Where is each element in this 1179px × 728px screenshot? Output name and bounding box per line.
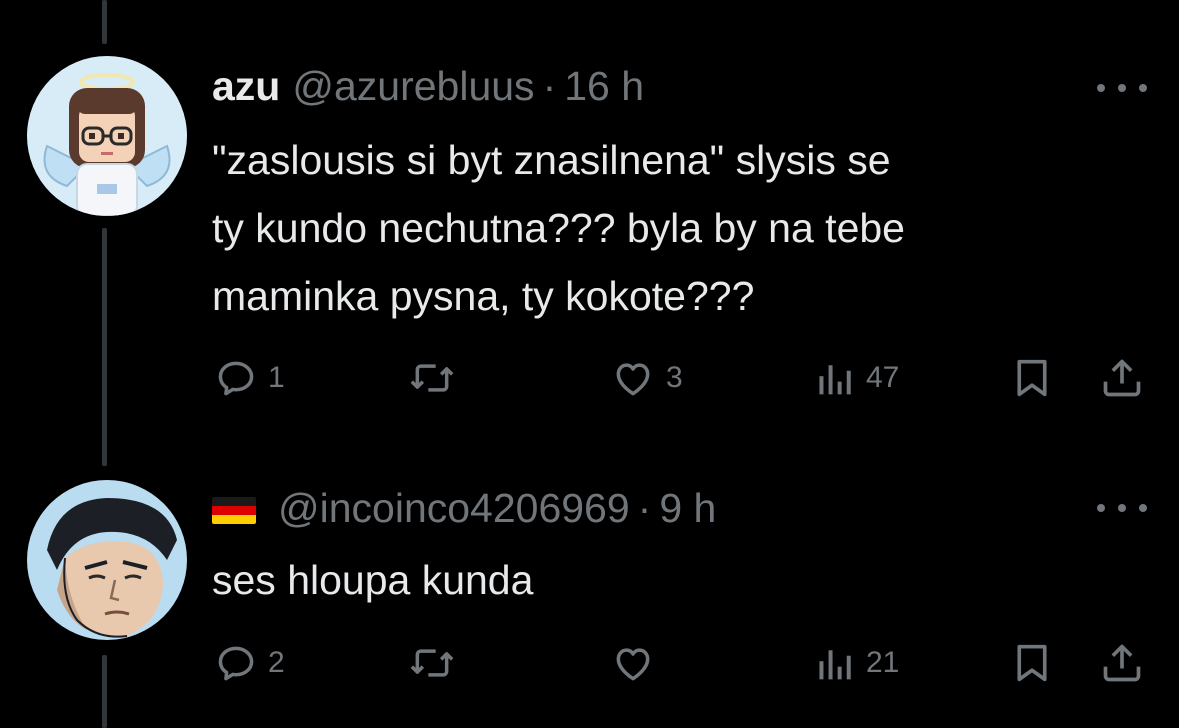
user-handle[interactable]: @incoinco4206969 bbox=[278, 484, 630, 532]
views-count: 21 bbox=[866, 646, 900, 679]
like-button[interactable]: 3 bbox=[610, 353, 683, 403]
share-icon bbox=[1103, 359, 1141, 397]
tweet-text-line: "zaslousis si byt znasilnena" slysis se bbox=[212, 137, 891, 183]
tweet-text-line: maminka pysna, ty kokote??? bbox=[212, 273, 755, 319]
heart-icon bbox=[616, 648, 650, 681]
comic-man-portrait-avatar bbox=[27, 480, 187, 640]
more-horizontal-icon[interactable] bbox=[1097, 78, 1147, 98]
user-handle[interactable]: @azurebluus bbox=[292, 62, 534, 110]
tweet-actions: 1 3 47 bbox=[212, 353, 1152, 403]
share-icon bbox=[1103, 644, 1141, 682]
reply-icon bbox=[218, 646, 254, 681]
retweet-icon bbox=[410, 364, 454, 392]
bookmark-button[interactable] bbox=[1012, 638, 1052, 688]
reply-button[interactable]: 2 bbox=[214, 638, 285, 688]
tweet[interactable]: azu @azurebluus · 16 h "zaslousis si byt… bbox=[0, 0, 1179, 440]
timestamp[interactable]: 9 h bbox=[659, 484, 716, 532]
views-button[interactable]: 21 bbox=[816, 638, 899, 688]
tweet-text-line: ses hloupa kunda bbox=[212, 557, 534, 603]
retweet-button[interactable] bbox=[408, 353, 466, 403]
retweet-button[interactable] bbox=[408, 638, 466, 688]
separator-dot: · bbox=[542, 63, 557, 109]
avatar[interactable] bbox=[27, 56, 187, 216]
heart-icon bbox=[616, 363, 650, 396]
views-count: 47 bbox=[866, 361, 900, 394]
share-button[interactable] bbox=[1100, 638, 1144, 688]
reply-icon bbox=[218, 361, 254, 396]
views-chart-icon bbox=[819, 650, 851, 680]
views-button[interactable]: 47 bbox=[816, 353, 899, 403]
more-horizontal-icon[interactable] bbox=[1097, 498, 1147, 518]
reply-count: 2 bbox=[268, 646, 285, 679]
reply-count: 1 bbox=[268, 361, 285, 394]
like-button[interactable] bbox=[610, 638, 666, 688]
tweet-text-line: ty kundo nechutna??? byla by na tebe bbox=[212, 205, 905, 251]
german-flag-icon bbox=[212, 497, 256, 524]
timestamp[interactable]: 16 h bbox=[564, 62, 644, 110]
display-name[interactable]: azu bbox=[212, 62, 280, 110]
bookmark-icon bbox=[1017, 359, 1047, 397]
bookmark-button[interactable] bbox=[1012, 353, 1052, 403]
tweet-header: @incoinco4206969 · 9 h bbox=[212, 484, 716, 532]
separator-dot: · bbox=[637, 485, 652, 531]
avatar[interactable] bbox=[27, 480, 187, 640]
tweet-header: azu @azurebluus · 16 h bbox=[212, 62, 644, 110]
tweet-text: ses hloupa kunda bbox=[212, 546, 1142, 614]
reply-button[interactable]: 1 bbox=[214, 353, 285, 403]
like-count: 3 bbox=[666, 361, 683, 394]
share-button[interactable] bbox=[1100, 353, 1144, 403]
tweet-text: "zaslousis si byt znasilnena" slysis se … bbox=[212, 126, 1142, 330]
views-chart-icon bbox=[819, 365, 851, 395]
tweet[interactable]: @incoinco4206969 · 9 h ses hloupa kunda … bbox=[0, 440, 1179, 728]
retweet-icon bbox=[410, 649, 454, 677]
bookmark-icon bbox=[1017, 644, 1047, 682]
pixel-art-girl-with-glasses-avatar bbox=[27, 56, 187, 216]
tweet-actions: 2 21 bbox=[212, 638, 1152, 688]
